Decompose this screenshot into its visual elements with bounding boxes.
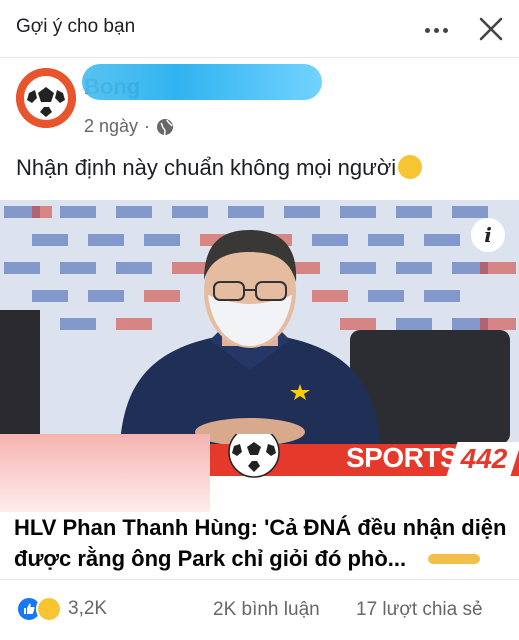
link-preview-headline-box[interactable]: HLV Phan Thanh Hùng: 'Cả ĐNÁ đều nhận di… xyxy=(0,512,519,580)
suggestion-header: Gợi ý cho bạn xyxy=(0,0,519,58)
info-icon[interactable]: i xyxy=(471,218,505,252)
post-caption: Nhận định này chuẩn không mọi người xyxy=(16,155,423,181)
redacted-page-name xyxy=(82,64,322,100)
haha-reaction-icon xyxy=(36,596,62,622)
post-time[interactable]: 2 ngày xyxy=(84,116,138,137)
engagement-bar: 3,2K 2K bình luận 17 lượt chia sẻ xyxy=(0,586,519,636)
redaction-scribble xyxy=(428,554,480,564)
comments-count[interactable]: 2K bình luận xyxy=(213,599,320,621)
post-meta: 2 ngày · xyxy=(84,116,174,137)
soccer-ball-icon xyxy=(228,434,280,478)
reactions-summary[interactable]: 3,2K xyxy=(16,596,107,622)
page-avatar[interactable] xyxy=(16,68,76,128)
link-preview-image[interactable]: i xyxy=(0,200,519,444)
globe-icon[interactable] xyxy=(156,118,174,136)
source-brand-strip: SPORTS 442 xyxy=(0,434,519,512)
close-icon xyxy=(479,17,503,41)
source-logo-number: 442 xyxy=(446,442,519,476)
soccer-ball-icon xyxy=(16,68,76,128)
more-options-button[interactable] xyxy=(418,16,454,44)
post-header: Bong 2 ngày · xyxy=(0,60,519,140)
link-headline[interactable]: HLV Phan Thanh Hùng: 'Cả ĐNÁ đều nhận di… xyxy=(14,512,508,574)
thinking-emoji-icon xyxy=(398,155,423,179)
source-logo: SPORTS xyxy=(346,442,459,473)
reaction-count: 3,2K xyxy=(68,598,108,619)
shares-count[interactable]: 17 lượt chia sẻ xyxy=(356,599,483,621)
press-conference-photo xyxy=(0,200,519,444)
meta-separator: · xyxy=(144,116,151,136)
more-icon xyxy=(424,27,430,33)
blurred-region xyxy=(0,434,210,512)
suggestion-title: Gợi ý cho bạn xyxy=(16,16,136,37)
close-button[interactable] xyxy=(476,12,506,46)
